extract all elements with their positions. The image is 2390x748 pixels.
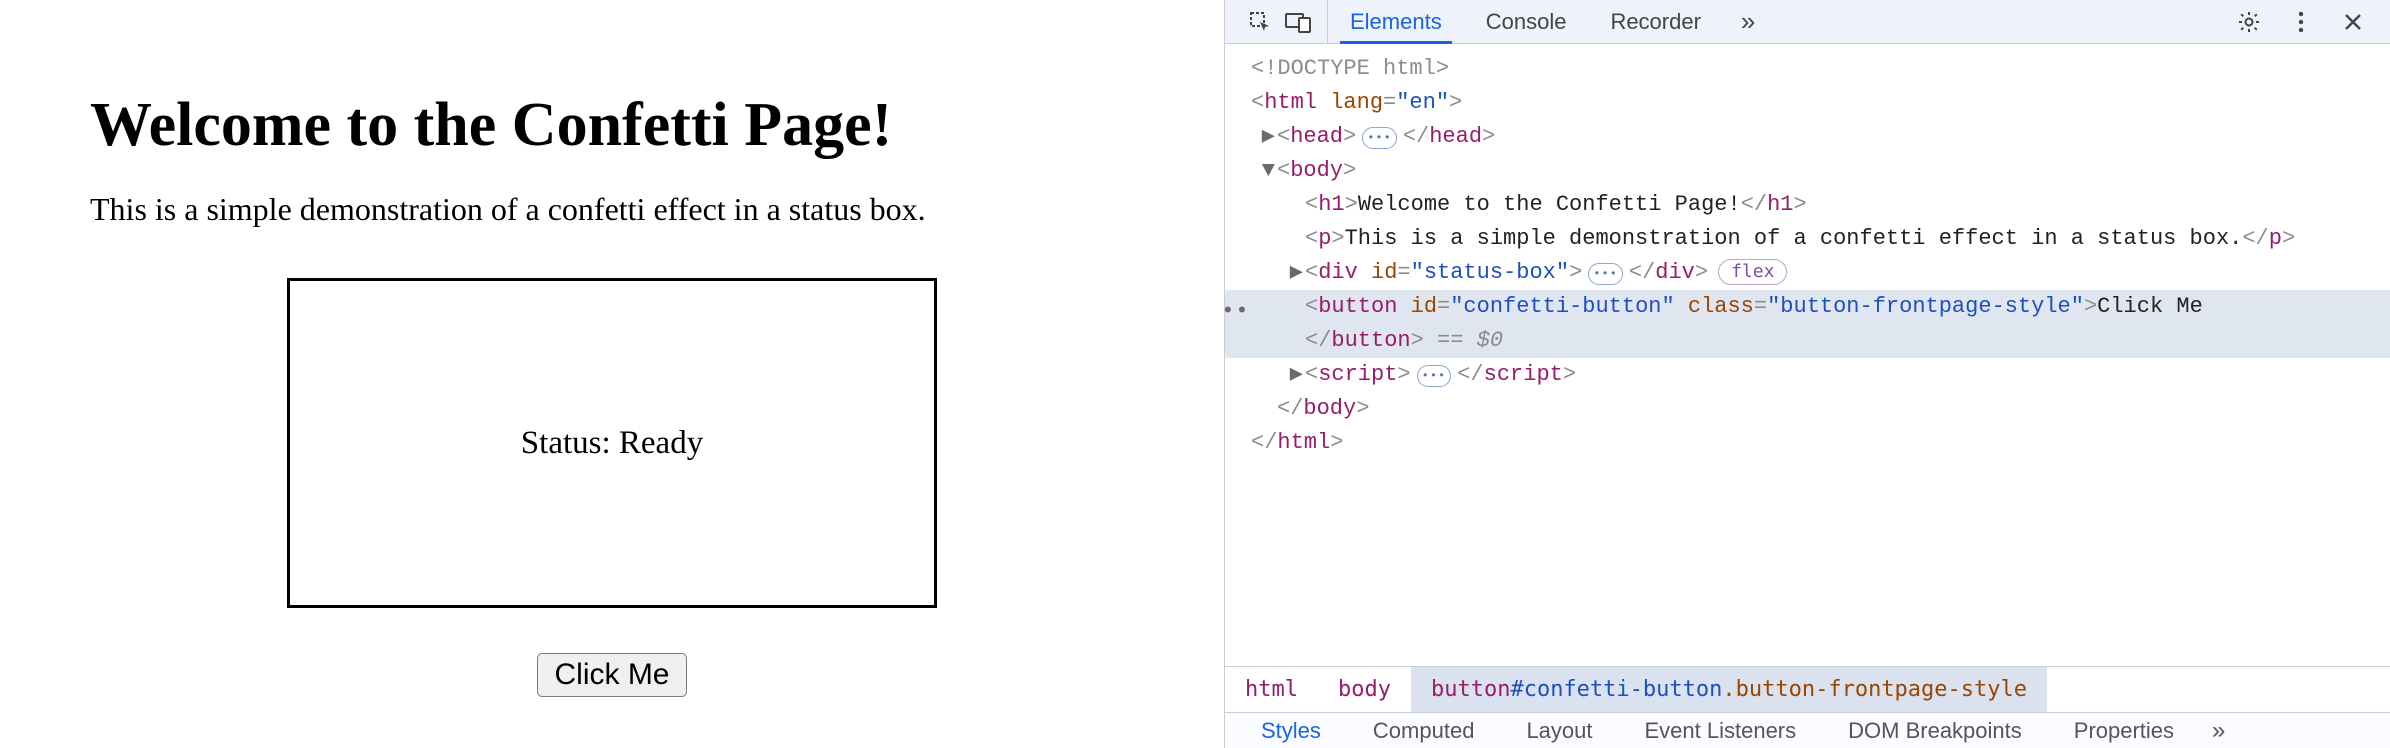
- devtools-tabbar: Elements Console Recorder »: [1225, 0, 2390, 44]
- device-toolbar-icon[interactable]: [1281, 5, 1315, 39]
- dom-tree[interactable]: <!DOCTYPE html> <html lang="en"> ▶<head>…: [1225, 44, 2390, 666]
- subtab-event-listeners[interactable]: Event Listeners: [1619, 718, 1823, 744]
- tab-console[interactable]: Console: [1464, 0, 1589, 43]
- expand-icon[interactable]: ▶: [1279, 358, 1303, 392]
- page-preview: Welcome to the Confetti Page! This is a …: [0, 0, 1224, 748]
- tab-elements[interactable]: Elements: [1328, 0, 1464, 43]
- expand-icon[interactable]: ▶: [1279, 256, 1303, 290]
- click-me-button[interactable]: Click Me: [537, 653, 686, 697]
- page-description: This is a simple demonstration of a conf…: [90, 191, 926, 228]
- breadcrumb-tag: button: [1431, 677, 1510, 702]
- subtab-properties[interactable]: Properties: [2048, 718, 2200, 744]
- dom-body-open[interactable]: ▼<body>: [1225, 154, 2390, 188]
- flex-badge[interactable]: flex: [1718, 259, 1787, 285]
- dom-head[interactable]: ▶<head></head>: [1225, 120, 2390, 154]
- kebab-menu-icon[interactable]: [2284, 5, 2318, 39]
- page-body: Welcome to the Confetti Page! This is a …: [0, 0, 1224, 697]
- dom-doctype[interactable]: <!DOCTYPE html>: [1225, 52, 2390, 86]
- inspect-element-icon[interactable]: [1243, 5, 1277, 39]
- ellipsis-badge[interactable]: [1362, 127, 1397, 149]
- status-text: Status: Ready: [521, 425, 703, 462]
- breadcrumb-button[interactable]: button#confetti-button.button-frontpage-…: [1411, 667, 2047, 712]
- dom-html-open[interactable]: <html lang="en">: [1225, 86, 2390, 120]
- devtools-right-tools: [2212, 0, 2390, 43]
- subtab-layout[interactable]: Layout: [1500, 718, 1618, 744]
- subtab-more[interactable]: »: [2200, 717, 2237, 745]
- breadcrumb-class: .button-frontpage-style: [1722, 677, 2027, 702]
- expand-icon[interactable]: ▶: [1251, 120, 1275, 154]
- ellipsis-badge[interactable]: [1417, 365, 1452, 387]
- status-box: Status: Ready: [287, 278, 937, 608]
- collapse-icon[interactable]: ▼: [1251, 154, 1275, 188]
- dom-script[interactable]: ▶<script></script>: [1225, 358, 2390, 392]
- devtools-panel: Elements Console Recorder »: [1224, 0, 2390, 748]
- breadcrumb-body[interactable]: body: [1318, 667, 1411, 712]
- subtab-dom-breakpoints[interactable]: DOM Breakpoints: [1822, 718, 2048, 744]
- page-title: Welcome to the Confetti Page!: [90, 90, 892, 161]
- close-icon[interactable]: [2336, 5, 2370, 39]
- subtab-computed[interactable]: Computed: [1347, 718, 1501, 744]
- dom-body-close[interactable]: </body>: [1225, 392, 2390, 426]
- subtab-styles[interactable]: Styles: [1235, 718, 1347, 744]
- breadcrumb-id: #confetti-button: [1510, 677, 1722, 702]
- devtools-left-tools: [1225, 0, 1328, 43]
- breadcrumb-html[interactable]: html: [1225, 667, 1318, 712]
- ellipsis-badge[interactable]: [1588, 263, 1623, 285]
- dom-html-close[interactable]: </html>: [1225, 426, 2390, 460]
- dom-button-open[interactable]: •••<button id="confetti-button" class="b…: [1225, 290, 2390, 324]
- styles-tabbar: Styles Computed Layout Event Listeners D…: [1225, 712, 2390, 748]
- dom-button-close[interactable]: </button> == $0: [1225, 324, 2390, 358]
- dom-h1[interactable]: <h1>Welcome to the Confetti Page!</h1>: [1225, 188, 2390, 222]
- tab-more[interactable]: »: [1723, 0, 1773, 43]
- dom-statusbox[interactable]: ▶<div id="status-box"></div>flex: [1225, 256, 2390, 290]
- dom-p[interactable]: <p>This is a simple demonstration of a c…: [1225, 222, 2390, 256]
- gear-icon[interactable]: [2232, 5, 2266, 39]
- tab-recorder[interactable]: Recorder: [1588, 0, 1722, 43]
- breadcrumb: html body button#confetti-button.button-…: [1225, 666, 2390, 712]
